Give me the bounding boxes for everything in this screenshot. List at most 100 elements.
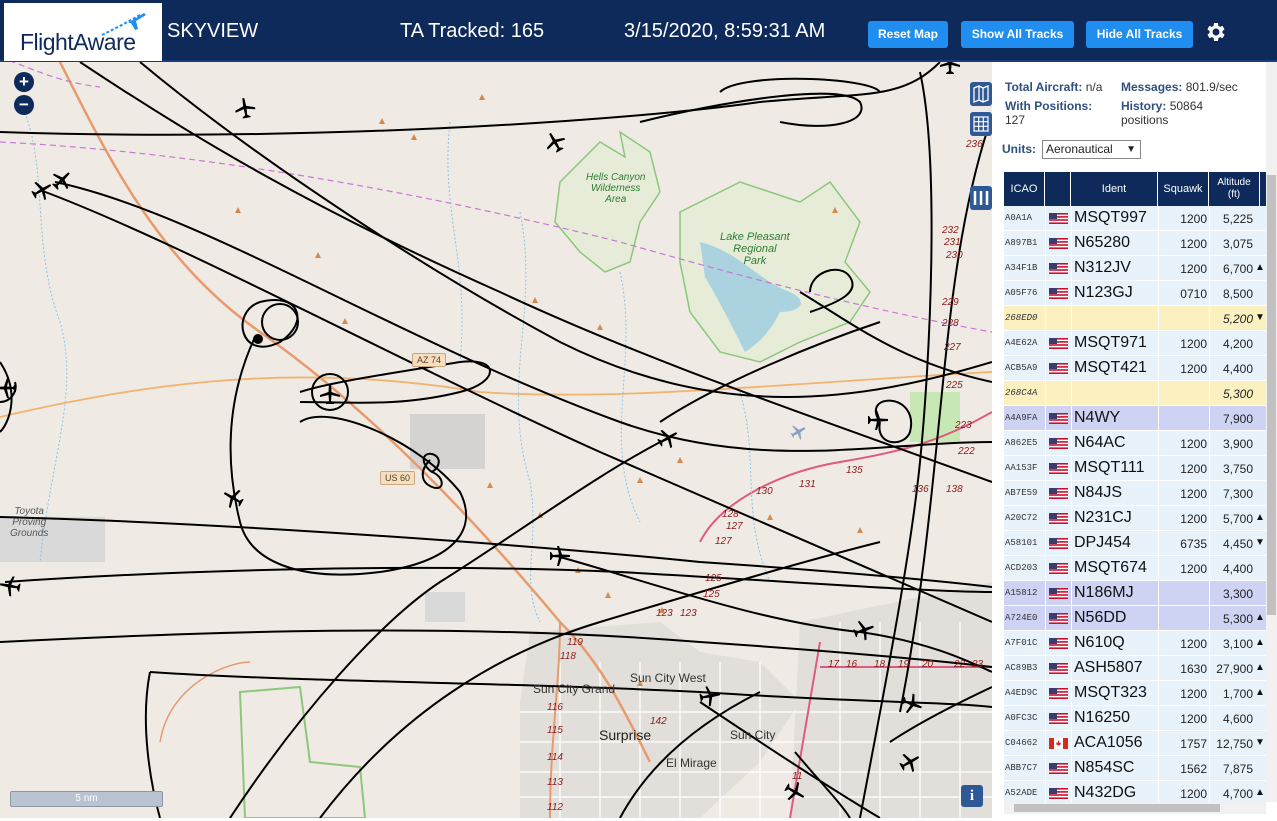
aircraft-row[interactable]: A7F01C N610Q 1200 3,100 ▲ [1004, 631, 1266, 656]
cell-divider [1158, 656, 1159, 681]
ghost-aircraft [790, 425, 806, 440]
road-marker: 236 [966, 139, 983, 150]
units-select[interactable]: Aeronautical ▼ [1042, 140, 1141, 159]
info-icon[interactable]: i [961, 785, 983, 807]
clock-display: 3/15/2020, 8:59:31 AM [624, 20, 826, 42]
aircraft-row[interactable]: AC89B3 ASH5807 1630 27,900 ▲ [1004, 656, 1266, 681]
ident-cell: N64AC [1074, 434, 1126, 451]
cell-divider [1209, 431, 1210, 456]
gear-icon[interactable] [1203, 20, 1227, 44]
column-ident[interactable]: Ident [1071, 172, 1158, 206]
aircraft-row[interactable]: ACD203 MSQT674 1200 4,400 [1004, 556, 1266, 581]
icao-cell: AA153F [1005, 463, 1038, 473]
aircraft-row[interactable]: AB7E59 N84JS 1200 7,300 [1004, 481, 1266, 506]
road-marker: 232 [942, 225, 959, 236]
cell-divider [1158, 631, 1159, 656]
altitude-cell: 4,400 [1222, 362, 1253, 376]
aircraft-row[interactable]: 268C4A 5,300 [1004, 381, 1266, 406]
aircraft-row[interactable]: A897B1 N65280 1200 3,075 [1004, 231, 1266, 256]
us-flag-icon [1049, 288, 1068, 299]
cell-divider [1071, 731, 1072, 756]
zoom-out-button[interactable]: − [14, 95, 34, 115]
us-flag-icon [1049, 688, 1068, 699]
aircraft-row[interactable]: A4ED9C MSQT323 1200 1,700 ▲ [1004, 681, 1266, 706]
surprise-label: Surprise [599, 727, 652, 743]
map-layers-icon[interactable] [970, 82, 992, 106]
cell-divider [1045, 331, 1046, 356]
cell-divider [1158, 231, 1159, 256]
icao-cell: ACB5A9 [1005, 363, 1038, 373]
aircraft-row[interactable]: A0FC3C N16250 1200 4,600 [1004, 706, 1266, 731]
road-marker: 223 [955, 420, 972, 431]
aircraft-row[interactable]: A862E5 N64AC 1200 3,900 [1004, 431, 1266, 456]
road-marker: 228 [942, 318, 959, 329]
cell-divider [1209, 581, 1210, 606]
ident-cell: N610Q [1074, 634, 1125, 651]
vertical-scrollbar-thumb[interactable] [1267, 175, 1276, 615]
reset-map-button[interactable]: Reset Map [868, 21, 948, 48]
us-flag-icon [1049, 363, 1068, 374]
zoom-in-button[interactable]: + [14, 72, 34, 92]
aircraft-row[interactable]: A20C72 N231CJ 1200 5,700 ▲ [1004, 506, 1266, 531]
aircraft-row[interactable]: A4A9FA N4WY 7,900 [1004, 406, 1266, 431]
aircraft-row[interactable]: ABB7C7 N854SC 1562 7,875 [1004, 756, 1266, 781]
ident-cell: N56DD [1074, 609, 1127, 626]
flightaware-logo[interactable]: FlightAware [4, 3, 162, 61]
altitude-cell: 5,300 [1222, 612, 1253, 626]
cell-divider [1071, 706, 1072, 731]
cell-divider [1071, 256, 1072, 281]
aircraft-row[interactable]: A58101 DPJ454 6735 4,450 ▼ [1004, 531, 1266, 556]
cell-divider [1071, 281, 1072, 306]
icao-cell: A4A9FA [1005, 413, 1038, 423]
cell-divider [1158, 431, 1159, 456]
cell-divider [1071, 431, 1072, 456]
units-selected-value: Aeronautical [1046, 142, 1113, 156]
aircraft-row[interactable]: A34F1B N312JV 1200 6,700 ▲ [1004, 256, 1266, 281]
squawk-cell: 1200 [1180, 362, 1207, 376]
ident-cell: N65280 [1074, 234, 1131, 251]
aircraft-row[interactable]: A15812 N186MJ 3,300 [1004, 581, 1266, 606]
column-squawk[interactable]: Squawk [1158, 172, 1209, 206]
ident-cell: ACA1056 [1074, 734, 1143, 751]
road-marker: 130 [756, 486, 773, 497]
horizontal-scrollbar-thumb[interactable] [1014, 804, 1220, 812]
columns-icon[interactable] [970, 186, 992, 210]
aircraft-row[interactable]: AA153F MSQT111 1200 3,750 [1004, 456, 1266, 481]
aircraft-row[interactable]: A4E62A MSQT971 1200 4,200 [1004, 331, 1266, 356]
ident-cell: MSQT421 [1074, 359, 1147, 376]
cell-divider [1158, 706, 1159, 731]
cell-divider [1158, 281, 1159, 306]
altitude-cell: 3,900 [1222, 437, 1253, 451]
map-canvas[interactable] [0, 62, 992, 818]
aircraft-row[interactable]: 268ED0 5,200 ▼ [1004, 306, 1266, 331]
icao-cell: A20C72 [1005, 513, 1038, 523]
icao-cell: A34F1B [1005, 263, 1038, 273]
grid-icon[interactable] [970, 112, 992, 136]
aircraft-row[interactable]: A724E0 N56DD 5,300 ▲ [1004, 606, 1266, 631]
toyota-label: Toyota Proving Grounds [10, 506, 49, 539]
column-icao[interactable]: ICAO [1004, 172, 1045, 206]
cell-divider [1045, 631, 1046, 656]
hide-all-tracks-button[interactable]: Hide All Tracks [1086, 21, 1193, 48]
us-flag-icon [1049, 413, 1068, 424]
squawk-cell: 1200 [1180, 787, 1207, 801]
aircraft-row[interactable]: ACB5A9 MSQT421 1200 4,400 [1004, 356, 1266, 381]
aircraft-row[interactable]: C04662 ACA1056 1757 12,750 ▼ [1004, 731, 1266, 756]
history-value: 50864 [1169, 99, 1204, 113]
map-view[interactable]: Hells Canyon Wilderness Area Lake Pleasa… [0, 62, 992, 818]
show-all-tracks-button[interactable]: Show All Tracks [961, 21, 1074, 48]
column-altitude[interactable]: Altitude (ft) [1209, 172, 1260, 206]
us-flag-icon [1049, 213, 1068, 224]
altitude-cell: 7,300 [1222, 487, 1253, 501]
road-marker: 225 [946, 380, 963, 391]
column-flag[interactable] [1045, 172, 1071, 206]
total-aircraft-value: n/a [1085, 80, 1103, 94]
altitude-cell: 5,225 [1222, 212, 1253, 226]
aircraft-row[interactable]: A05F76 N123GJ 0710 8,500 [1004, 281, 1266, 306]
ident-cell: MSQT997 [1074, 209, 1147, 226]
el-mirage-label: El Mirage [666, 756, 717, 770]
road-marker: 115 [547, 725, 563, 736]
squawk-cell: 1200 [1180, 212, 1207, 226]
icao-cell: A4E62A [1005, 338, 1038, 348]
aircraft-row[interactable]: A0A1A MSQT997 1200 5,225 [1004, 206, 1266, 231]
